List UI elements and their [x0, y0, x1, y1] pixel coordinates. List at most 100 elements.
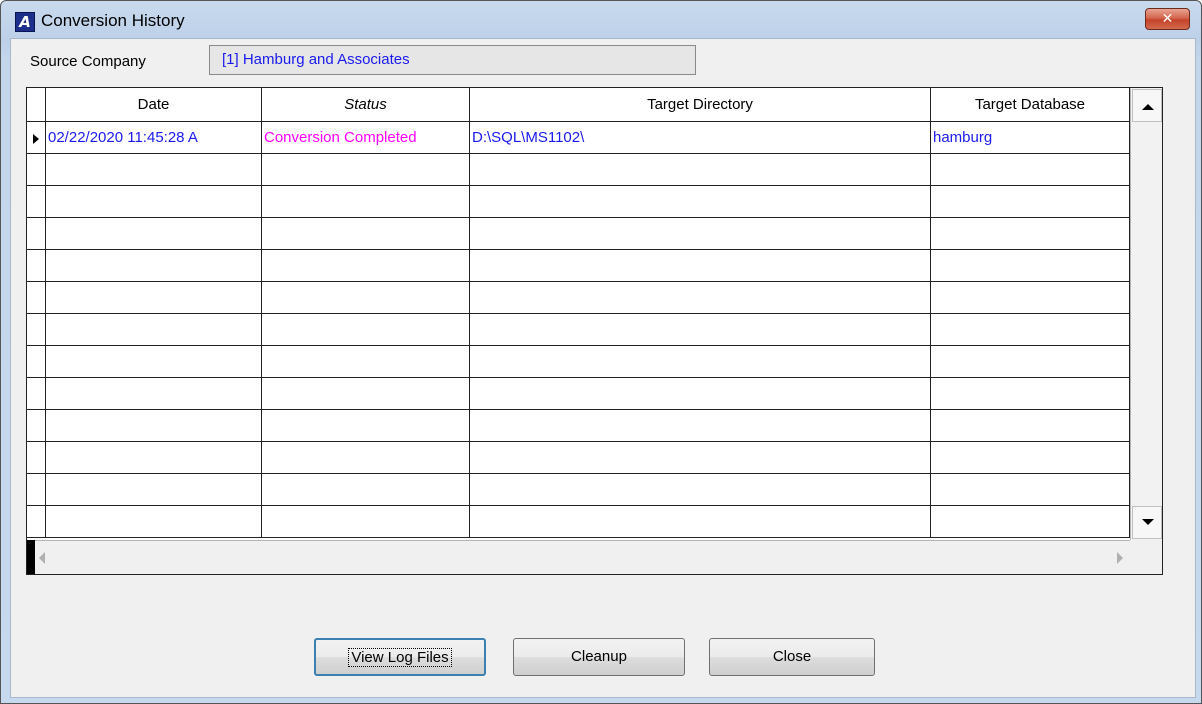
cell-target-database[interactable] — [931, 186, 1130, 217]
cell-target-directory[interactable] — [470, 154, 931, 185]
table-row[interactable] — [27, 250, 1130, 282]
cell-status[interactable] — [262, 410, 470, 441]
table-row[interactable] — [27, 378, 1130, 410]
cleanup-label: Cleanup — [571, 648, 627, 665]
cell-status[interactable] — [262, 442, 470, 473]
cell-target-database[interactable] — [931, 250, 1130, 281]
cell-target-directory[interactable] — [470, 250, 931, 281]
title-bar[interactable]: A Conversion History ✕ — [1, 1, 1201, 39]
row-indicator-cell[interactable] — [27, 474, 46, 505]
cell-target-database[interactable] — [931, 506, 1130, 537]
table-row[interactable] — [27, 442, 1130, 474]
table-row[interactable] — [27, 410, 1130, 442]
conversion-history-grid[interactable]: Date Status Target Directory Target Data… — [26, 87, 1163, 575]
horizontal-scrollbar[interactable] — [35, 540, 1131, 574]
cell-target-directory[interactable] — [470, 410, 931, 441]
close-label: Close — [772, 648, 812, 665]
cell-status[interactable]: Conversion Completed — [262, 122, 470, 153]
table-row[interactable] — [27, 506, 1130, 538]
column-header-status[interactable]: Status — [262, 88, 470, 122]
row-indicator-cell[interactable] — [27, 186, 46, 217]
cell-target-database[interactable]: hamburg — [931, 122, 1130, 153]
table-row[interactable] — [27, 346, 1130, 378]
scroll-left-icon[interactable] — [39, 552, 45, 564]
cleanup-button[interactable]: Cleanup — [513, 638, 685, 676]
cell-target-database[interactable] — [931, 314, 1130, 345]
row-indicator-cell[interactable] — [27, 122, 46, 153]
column-header-date[interactable]: Date — [46, 88, 262, 122]
scroll-down-button[interactable] — [1132, 506, 1162, 539]
cell-target-directory[interactable] — [470, 474, 931, 505]
cell-target-directory[interactable] — [470, 218, 931, 249]
row-indicator-cell[interactable] — [27, 282, 46, 313]
cell-status[interactable] — [262, 506, 470, 537]
cell-status[interactable] — [262, 314, 470, 345]
hscroll-indicator — [27, 540, 35, 574]
cell-target-directory[interactable] — [470, 314, 931, 345]
cell-target-directory[interactable] — [470, 186, 931, 217]
view-log-files-button[interactable]: View Log Files — [314, 638, 486, 676]
table-row[interactable] — [27, 314, 1130, 346]
cell-date[interactable] — [46, 378, 262, 409]
cell-date[interactable] — [46, 218, 262, 249]
row-indicator-cell[interactable] — [27, 442, 46, 473]
cell-date[interactable] — [46, 410, 262, 441]
scroll-down-icon — [1142, 519, 1154, 525]
cell-target-database[interactable] — [931, 474, 1130, 505]
vertical-scrollbar[interactable] — [1130, 88, 1162, 540]
scroll-up-button[interactable] — [1132, 89, 1162, 122]
cell-target-database[interactable] — [931, 154, 1130, 185]
scroll-right-icon[interactable] — [1117, 552, 1123, 564]
cell-date[interactable] — [46, 506, 262, 537]
cell-date[interactable] — [46, 282, 262, 313]
table-row[interactable]: 02/22/2020 11:45:28 A Conversion Complete… — [27, 122, 1130, 154]
cell-date[interactable] — [46, 346, 262, 377]
cell-target-directory[interactable] — [470, 442, 931, 473]
cell-target-database[interactable] — [931, 378, 1130, 409]
close-icon: ✕ — [1161, 11, 1174, 27]
cell-status[interactable] — [262, 218, 470, 249]
cell-target-directory[interactable] — [470, 378, 931, 409]
row-indicator-cell[interactable] — [27, 218, 46, 249]
close-window-button[interactable]: ✕ — [1145, 8, 1190, 30]
table-row[interactable] — [27, 282, 1130, 314]
cell-date[interactable] — [46, 250, 262, 281]
cell-status[interactable] — [262, 154, 470, 185]
table-row[interactable] — [27, 186, 1130, 218]
cell-target-directory[interactable] — [470, 346, 931, 377]
cell-date[interactable] — [46, 186, 262, 217]
cell-target-database[interactable] — [931, 282, 1130, 313]
cell-status[interactable] — [262, 282, 470, 313]
cell-target-directory[interactable] — [470, 282, 931, 313]
close-button[interactable]: Close — [709, 638, 875, 676]
table-row[interactable] — [27, 474, 1130, 506]
cell-date[interactable] — [46, 442, 262, 473]
cell-status[interactable] — [262, 378, 470, 409]
cell-status[interactable] — [262, 250, 470, 281]
row-indicator-cell[interactable] — [27, 378, 46, 409]
row-indicator-cell[interactable] — [27, 346, 46, 377]
cell-target-database[interactable] — [931, 410, 1130, 441]
cell-date[interactable] — [46, 474, 262, 505]
column-header-target-directory[interactable]: Target Directory — [470, 88, 931, 122]
cell-status[interactable] — [262, 474, 470, 505]
cell-target-directory[interactable] — [470, 506, 931, 537]
cell-date[interactable] — [46, 154, 262, 185]
row-indicator-cell[interactable] — [27, 410, 46, 441]
row-indicator-cell[interactable] — [27, 154, 46, 185]
cell-status[interactable] — [262, 346, 470, 377]
row-indicator-cell[interactable] — [27, 314, 46, 345]
row-indicator-cell[interactable] — [27, 250, 46, 281]
cell-date[interactable] — [46, 314, 262, 345]
cell-target-database[interactable] — [931, 218, 1130, 249]
table-row[interactable] — [27, 218, 1130, 250]
cell-target-directory[interactable]: D:\SQL\MS1102\ — [470, 122, 931, 153]
column-header-target-database[interactable]: Target Database — [931, 88, 1130, 122]
row-indicator-cell[interactable] — [27, 506, 46, 537]
table-row[interactable] — [27, 154, 1130, 186]
cell-date[interactable]: 02/22/2020 11:45:28 A — [46, 122, 262, 153]
cell-status[interactable] — [262, 186, 470, 217]
cell-target-database[interactable] — [931, 346, 1130, 377]
scrollbar-corner — [1130, 540, 1162, 574]
cell-target-database[interactable] — [931, 442, 1130, 473]
